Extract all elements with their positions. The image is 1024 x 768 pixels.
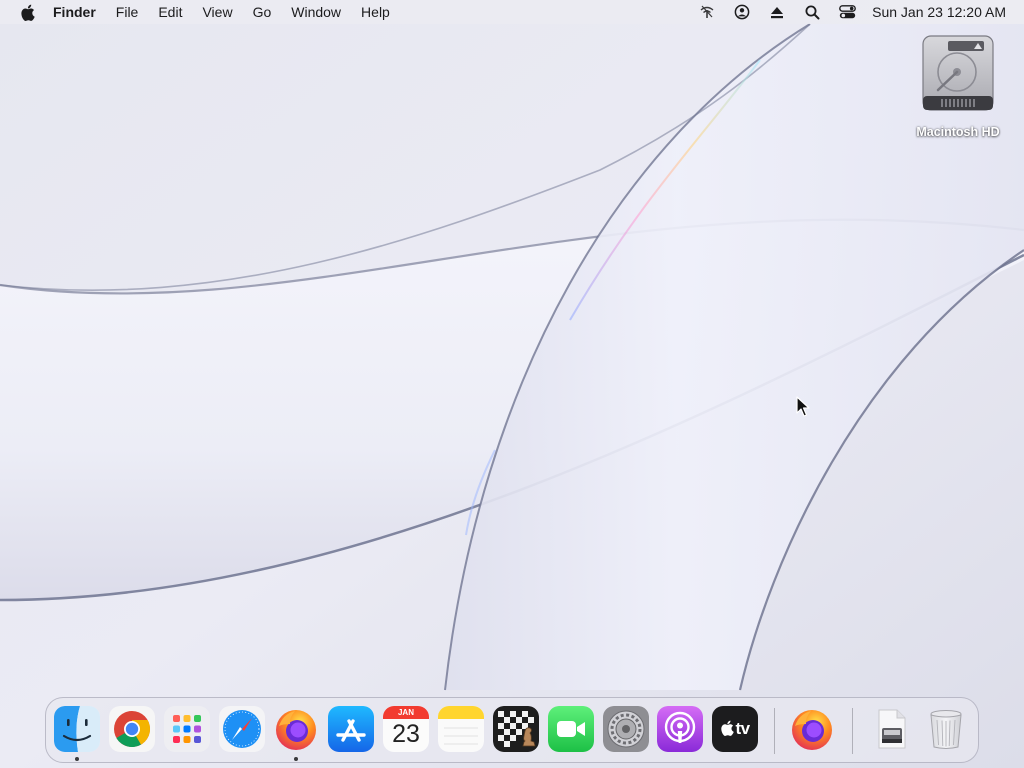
- control-center-icon[interactable]: [836, 0, 858, 24]
- dock-safari[interactable]: [219, 706, 265, 752]
- menu-app-name[interactable]: Finder: [43, 0, 106, 24]
- menu-bar-left: Finder File Edit View Go Window Help: [0, 0, 400, 24]
- eject-icon[interactable]: [766, 0, 788, 24]
- menu-go[interactable]: Go: [243, 0, 282, 24]
- desktop-wallpaper: [0, 0, 1024, 768]
- dock-chess[interactable]: [493, 706, 539, 752]
- user-account-icon[interactable]: [731, 0, 753, 24]
- dock-app-store[interactable]: [328, 706, 374, 752]
- firefox-icon: [792, 710, 832, 750]
- downloads-stack-icon: [878, 709, 906, 749]
- dock-downloads[interactable]: [868, 706, 914, 752]
- dock-finder[interactable]: [54, 706, 100, 752]
- running-indicator-firefox: [294, 757, 298, 761]
- dock-recent-firefox[interactable]: [789, 706, 835, 752]
- wifi-off-icon[interactable]: [696, 0, 718, 24]
- system-preferences-icon: [603, 706, 649, 752]
- firefox-icon: [276, 710, 316, 750]
- apple-tv-label: tv: [735, 719, 750, 738]
- podcasts-icon: [657, 706, 703, 752]
- menu-clock[interactable]: Sun Jan 23 12:20 AM: [872, 4, 1006, 20]
- finder-icon: [54, 706, 100, 752]
- desktop-icon-macintosh-hd[interactable]: Macintosh HD: [905, 34, 1011, 146]
- dock-separator: [774, 708, 775, 754]
- menu-help[interactable]: Help: [351, 0, 400, 24]
- app-store-icon: [328, 706, 374, 752]
- menu-window[interactable]: Window: [281, 0, 351, 24]
- menu-view[interactable]: View: [192, 0, 242, 24]
- hard-drive-icon: [922, 35, 994, 111]
- facetime-icon: [548, 706, 594, 752]
- notes-icon: [438, 706, 484, 752]
- dock-notes[interactable]: [438, 706, 484, 752]
- menu-file[interactable]: File: [106, 0, 149, 24]
- desktop-icon-label: Macintosh HD: [916, 125, 1000, 139]
- menu-bar: Finder File Edit View Go Window Help Sun…: [0, 0, 1024, 24]
- apple-logo-icon[interactable]: [15, 0, 39, 24]
- apple-tv-icon: [721, 720, 735, 736]
- trash-icon: [930, 710, 962, 749]
- dock-apple-tv[interactable]: tv: [712, 706, 758, 752]
- menu-edit[interactable]: Edit: [148, 0, 192, 24]
- dock-calendar[interactable]: JAN 23: [383, 706, 429, 752]
- dock-separator: [852, 708, 853, 754]
- chess-icon: [493, 706, 539, 752]
- safari-icon: [219, 706, 265, 752]
- dock-facetime[interactable]: [548, 706, 594, 752]
- dock-trash[interactable]: [923, 706, 969, 752]
- dock-launchpad[interactable]: [164, 706, 210, 752]
- mouse-pointer-icon: [796, 396, 810, 417]
- spotlight-search-icon[interactable]: [801, 0, 823, 24]
- dock-podcasts[interactable]: [657, 706, 703, 752]
- dock-firefox[interactable]: [273, 706, 319, 752]
- chrome-icon: [109, 706, 155, 752]
- dock-chrome[interactable]: [109, 706, 155, 752]
- calendar-day: 23: [392, 720, 420, 748]
- launchpad-icon: [164, 706, 210, 752]
- dock-system-preferences[interactable]: [603, 706, 649, 752]
- running-indicator-finder: [75, 757, 79, 761]
- dock: JAN 23 tv: [45, 697, 979, 763]
- menu-bar-extras: Sun Jan 23 12:20 AM: [683, 0, 1024, 24]
